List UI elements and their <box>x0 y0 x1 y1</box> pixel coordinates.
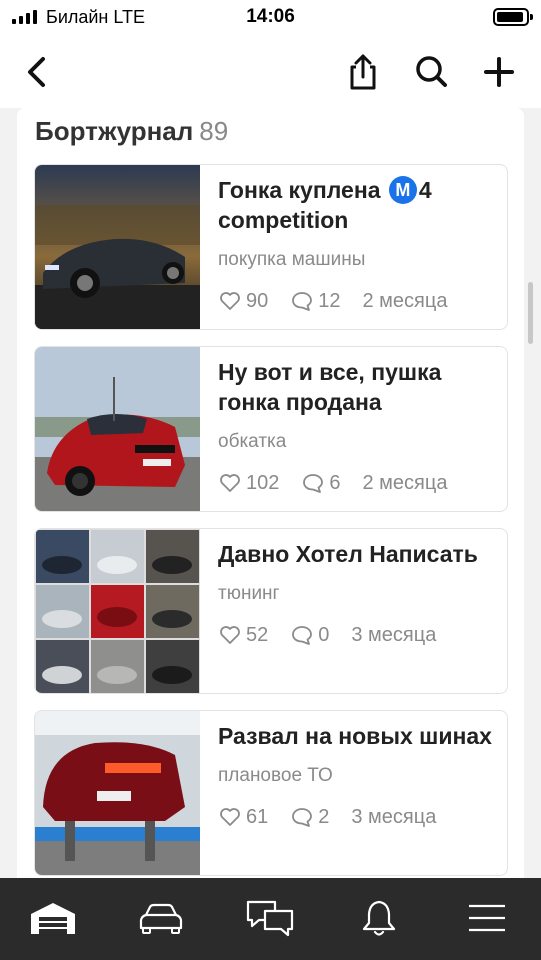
share-button[interactable] <box>339 48 387 96</box>
tab-notifications[interactable] <box>349 892 409 944</box>
entry-body: Ну вот и все, пушка гонка продана обкатк… <box>218 357 495 495</box>
scrollbar[interactable] <box>528 282 533 344</box>
logbook-entry[interactable]: Гонка куплена M4 competition покупка маш… <box>34 164 508 330</box>
entry-title: Гонка куплена M4 competition <box>218 176 432 233</box>
status-bar: Билайн LTE 14:06 <box>0 0 541 36</box>
entry-title: Развал на новых шинах <box>218 723 492 749</box>
garage-icon <box>31 903 75 934</box>
logbook-entry[interactable]: Давно Хотел Написать тюнинг 52 0 3 месяц… <box>34 528 508 694</box>
add-button[interactable] <box>475 48 523 96</box>
comment-icon <box>292 626 313 645</box>
entry-date: 3 месяца <box>351 623 437 646</box>
likes-stat[interactable]: 61 <box>218 805 268 829</box>
entry-body: Давно Хотел Написать тюнинг 52 0 3 месяц… <box>218 539 495 647</box>
comments-stat[interactable]: 0 <box>290 623 329 647</box>
entry-date: 2 месяца <box>362 289 448 312</box>
comments-count: 6 <box>329 471 341 494</box>
entry-photo <box>35 529 200 693</box>
heart-icon <box>220 808 240 826</box>
entry-photo <box>35 165 200 329</box>
entry-stats: 52 0 3 месяца <box>218 623 495 647</box>
comment-icon <box>292 808 313 827</box>
likes-count: 90 <box>246 289 269 312</box>
entry-photo <box>35 347 200 511</box>
entry-tag: тюнинг <box>218 583 280 604</box>
status-time: 14:06 <box>246 6 295 27</box>
entry-stats: 61 2 3 месяца <box>218 805 495 829</box>
comments-count: 12 <box>318 289 341 312</box>
entry-body: Гонка куплена M4 competition покупка маш… <box>218 175 495 313</box>
heart-icon <box>220 474 240 492</box>
metro-badge-icon: M <box>388 176 417 204</box>
logbook-panel: Бортжурнал 89 Гонка куплена M4 competitio… <box>17 108 524 878</box>
comments-count: 2 <box>318 805 330 828</box>
entry-tag: покупка машины <box>218 249 366 270</box>
entry-tag: обкатка <box>218 431 287 452</box>
battery-icon <box>493 8 533 26</box>
search-button[interactable] <box>407 48 455 96</box>
bell-icon <box>362 900 396 936</box>
logbook-title: Бортжурнал <box>35 116 194 146</box>
logbook-count: 89 <box>199 116 229 146</box>
likes-stat[interactable]: 52 <box>218 623 268 647</box>
search-icon <box>416 56 447 87</box>
menu-icon <box>469 904 505 932</box>
heart-icon <box>220 626 240 644</box>
logbook-entry[interactable]: Развал на новых шинах плановое ТО 61 2 3… <box>34 710 508 876</box>
entry-tag: плановое ТО <box>218 765 333 786</box>
comments-stat[interactable]: 6 <box>301 471 341 495</box>
entry-title: Давно Хотел Написать <box>218 541 478 567</box>
entry-date: 3 месяца <box>351 805 437 828</box>
entry-stats: 102 6 2 месяца <box>218 471 495 495</box>
car-icon <box>139 903 183 934</box>
entry-body: Развал на новых шинах плановое ТО 61 2 3… <box>218 721 495 829</box>
comment-icon <box>303 474 324 493</box>
comments-count: 0 <box>318 623 330 646</box>
entry-date: 2 месяца <box>362 471 448 494</box>
content-area[interactable]: Бортжурнал 89 Гонка куплена M4 competitio… <box>0 108 541 878</box>
chevron-left-icon <box>28 57 45 87</box>
likes-stat[interactable]: 102 <box>218 471 279 495</box>
comments-stat[interactable]: 12 <box>290 289 341 313</box>
likes-count: 52 <box>246 623 269 646</box>
nav-bar <box>0 36 541 108</box>
likes-count: 61 <box>246 805 269 828</box>
entry-stats: 90 12 2 месяца <box>218 289 495 313</box>
share-icon <box>350 54 376 90</box>
likes-stat[interactable]: 90 <box>218 289 268 313</box>
tab-garage[interactable] <box>23 892 83 944</box>
chat-icon <box>246 900 294 937</box>
comment-icon <box>292 292 313 311</box>
logbook-header[interactable]: Бортжурнал 89 <box>35 116 228 147</box>
tab-cars[interactable] <box>131 892 191 944</box>
back-button[interactable] <box>14 48 62 96</box>
likes-count: 102 <box>246 471 280 494</box>
entry-photo <box>35 711 200 875</box>
comments-stat[interactable]: 2 <box>290 805 329 829</box>
tab-messages[interactable] <box>240 892 300 944</box>
entry-title: Ну вот и все, пушка гонка продана <box>218 359 442 415</box>
tab-bar <box>0 878 541 960</box>
tab-menu[interactable] <box>457 892 517 944</box>
plus-icon <box>484 57 514 87</box>
logbook-entry[interactable]: Ну вот и все, пушка гонка продана обкатк… <box>34 346 508 512</box>
heart-icon <box>220 292 240 310</box>
